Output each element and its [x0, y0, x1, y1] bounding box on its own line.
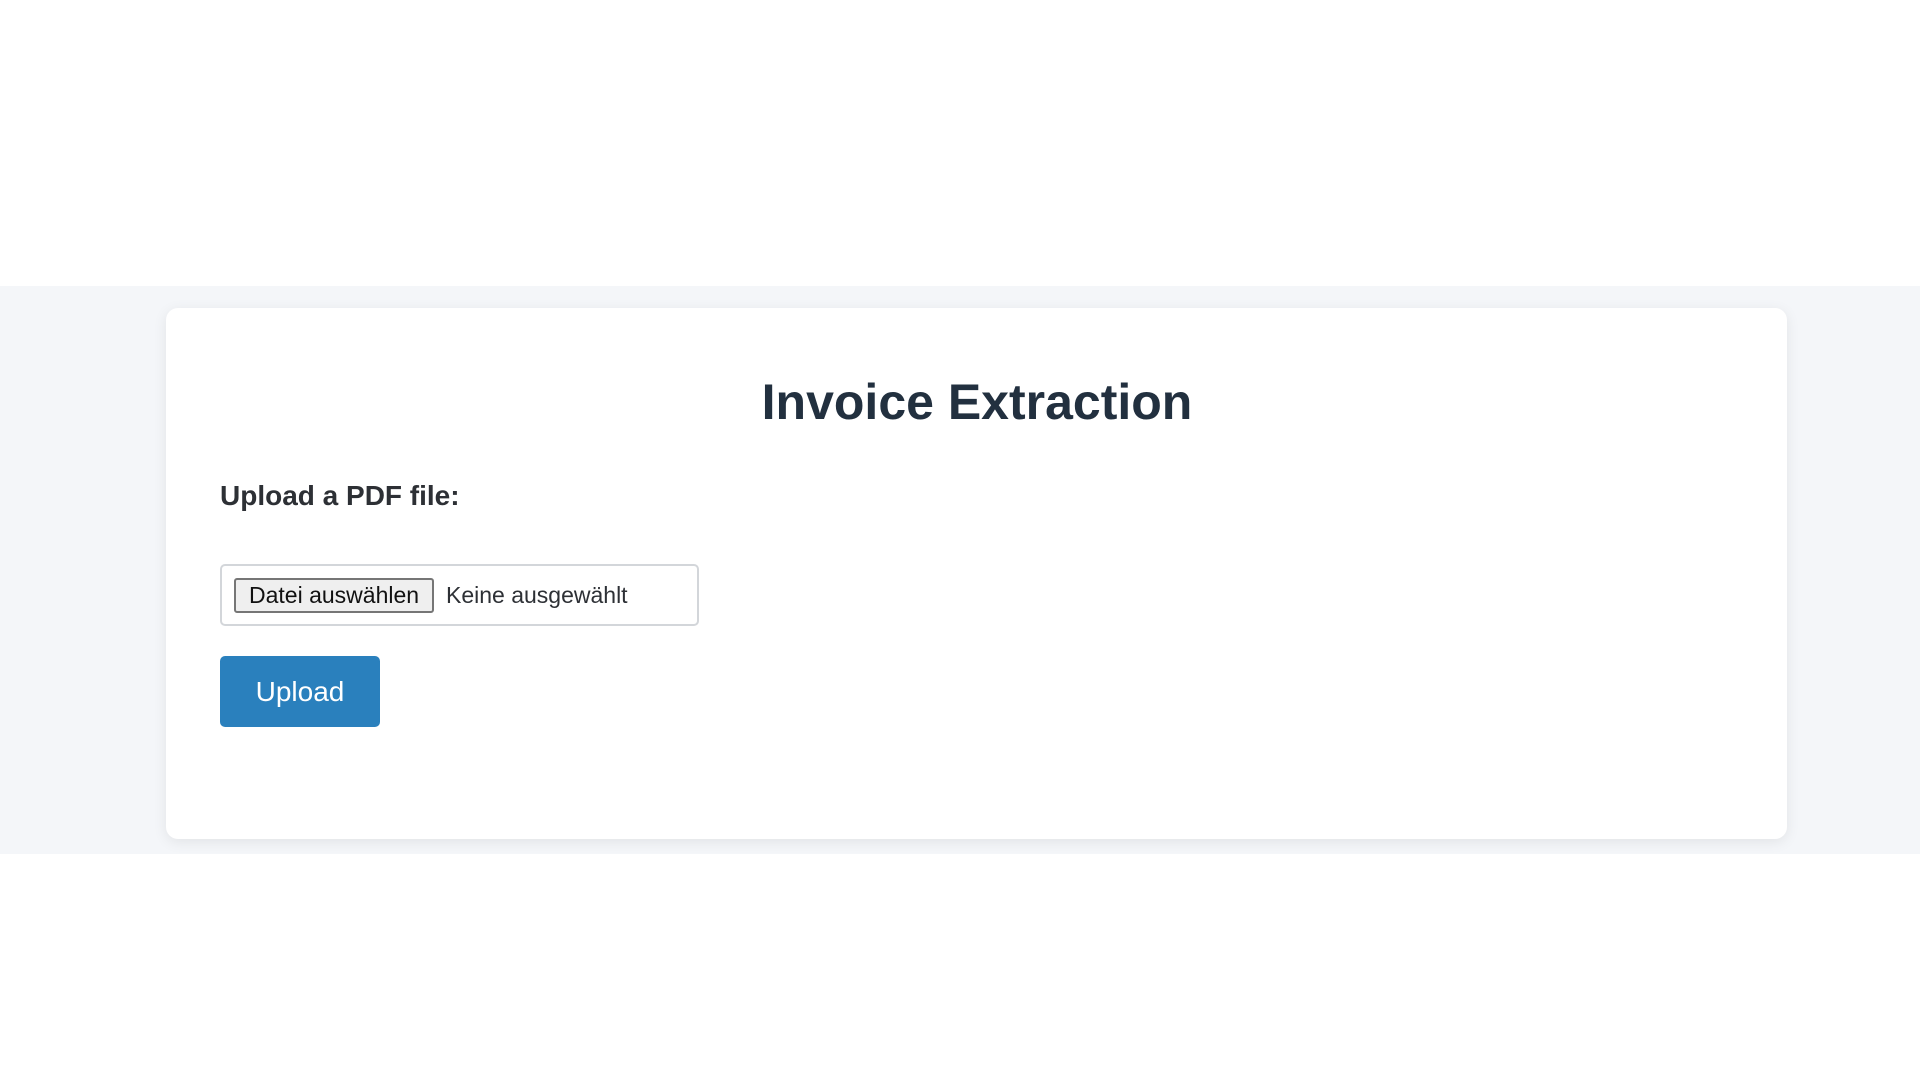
file-status-text: Keine ausgewählt: [446, 582, 628, 608]
upload-label: Upload a PDF file:: [220, 480, 460, 511]
upload-button[interactable]: Upload: [220, 656, 380, 727]
page-title: Invoice Extraction: [761, 374, 1193, 430]
file-input[interactable]: Datei auswählen Keine ausgewählt: [220, 564, 699, 626]
choose-file-button[interactable]: Datei auswählen: [234, 578, 435, 613]
